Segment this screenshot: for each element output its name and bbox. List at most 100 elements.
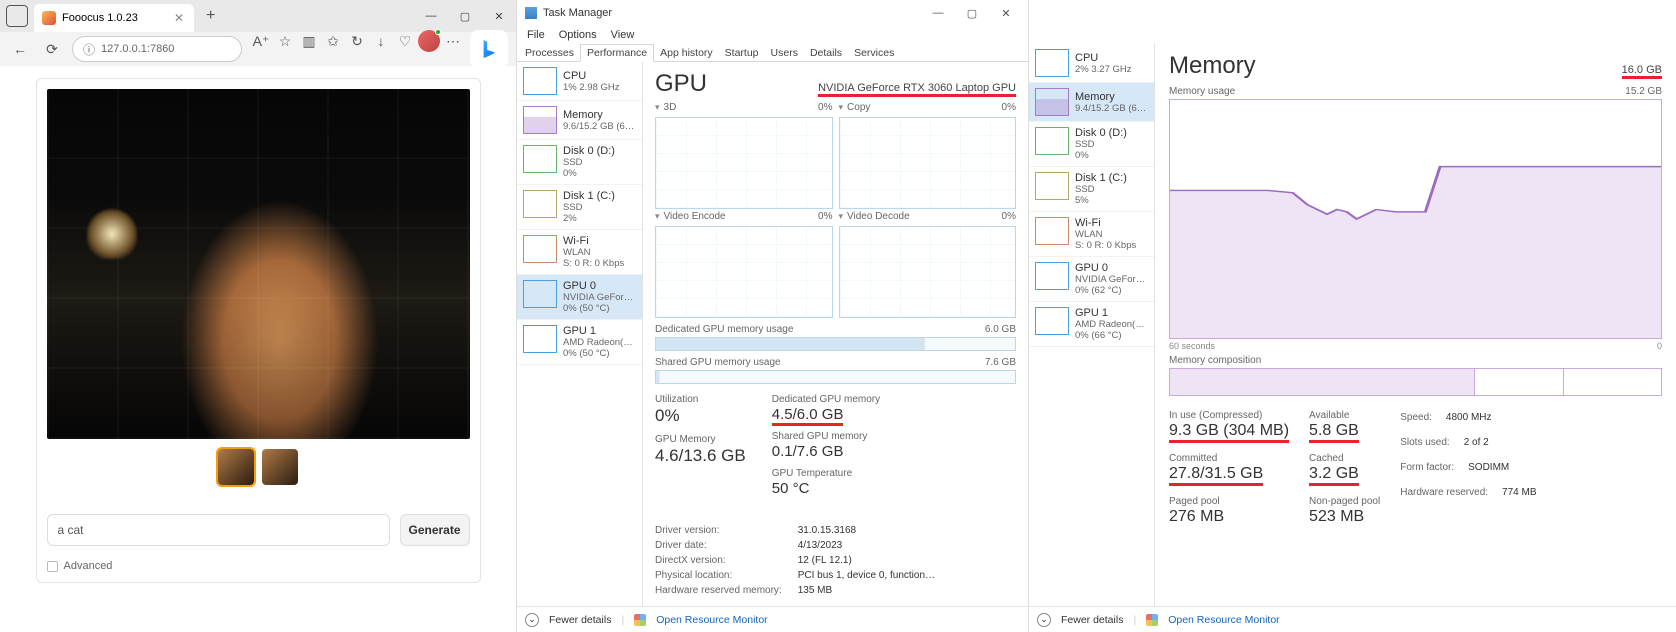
- chevron-down-icon[interactable]: ▾: [655, 211, 660, 222]
- fewer-details-link[interactable]: Fewer details: [549, 614, 611, 626]
- refresh-button[interactable]: ⟳: [40, 37, 64, 61]
- sidebar-item-disk-0-d-[interactable]: Disk 0 (D:)SSD0%: [517, 140, 642, 185]
- minimize-button[interactable]: —: [414, 2, 448, 30]
- menu-options[interactable]: Options: [553, 29, 603, 41]
- tm-maximize[interactable]: ▢: [958, 7, 986, 20]
- inuse-value: 9.3 GB (304 MB): [1169, 422, 1289, 443]
- inuse-label: In use (Compressed): [1169, 410, 1289, 421]
- dedmem-label: Dedicated GPU memory: [772, 394, 880, 405]
- profile-avatar[interactable]: [418, 30, 440, 52]
- browser-tab[interactable]: Fooocus 1.0.23 ✕: [34, 4, 194, 32]
- tm-app-icon: [525, 7, 537, 19]
- sidebar-item-cpu[interactable]: CPU1% 2.98 GHz: [517, 62, 642, 101]
- sidebar-item-cpu[interactable]: CPU2% 3.27 GHz: [1029, 44, 1154, 83]
- prompt-row: Generate: [47, 514, 470, 546]
- history-icon[interactable]: ↻: [346, 30, 368, 52]
- sidebar-item-wi-fi[interactable]: Wi-FiWLANS: 0 R: 0 Kbps: [1029, 212, 1154, 257]
- sidebar-item-gpu-0[interactable]: GPU 0NVIDIA GeForce RTX …0% (62 °C): [1029, 257, 1154, 302]
- new-tab-button[interactable]: +: [200, 7, 221, 25]
- dedicated-mem-max: 6.0 GB: [985, 324, 1016, 335]
- chevron-down-icon[interactable]: ▾: [839, 211, 844, 222]
- tm-footer: ⌄ Fewer details | Open Resource Monitor: [517, 606, 1028, 632]
- sidebar-item-disk-1-c-[interactable]: Disk 1 (C:)SSD5%: [1029, 167, 1154, 212]
- shared-mem-label: Shared GPU memory usage: [655, 357, 781, 368]
- shrmem-value: 0.1/7.6 GB: [772, 443, 880, 460]
- read-aloud-icon[interactable]: A⁺: [250, 30, 272, 52]
- sidebar-item-wi-fi[interactable]: Wi-FiWLANS: 0 R: 0 Kbps: [517, 230, 642, 275]
- close-button[interactable]: ✕: [482, 2, 516, 30]
- image-decoration: [47, 89, 470, 439]
- download-icon[interactable]: ↓: [370, 30, 392, 52]
- collections-icon[interactable]: ♡: [394, 30, 416, 52]
- mem-usage-max: 15.2 GB: [1625, 86, 1662, 97]
- tab-services[interactable]: Services: [848, 45, 900, 61]
- sidebar-item-gpu-1[interactable]: GPU 1AMD Radeon(TM) Gra…0% (50 °C): [517, 320, 642, 365]
- reading-list-icon[interactable]: ▥: [298, 30, 320, 52]
- bing-button[interactable]: [470, 30, 508, 68]
- chevron-down-icon[interactable]: ▾: [655, 102, 660, 113]
- tm-minimize[interactable]: —: [924, 7, 952, 19]
- open-resource-monitor-link[interactable]: Open Resource Monitor: [656, 614, 767, 626]
- prompt-input[interactable]: [47, 514, 390, 546]
- sidebar-item-memory[interactable]: Memory9.4/15.2 GB (62%): [1029, 83, 1154, 122]
- tab-startup[interactable]: Startup: [719, 45, 765, 61]
- graph-copy[interactable]: [839, 117, 1017, 209]
- advanced-checkbox[interactable]: [47, 561, 58, 572]
- tm-close[interactable]: ✕: [992, 7, 1020, 20]
- nonpaged-value: 523 MB: [1309, 508, 1380, 526]
- tab-performance[interactable]: Performance: [580, 44, 654, 62]
- avail-value: 5.8 GB: [1309, 422, 1359, 443]
- graph-3d-value: 0%: [818, 102, 832, 113]
- graph-3d[interactable]: [655, 117, 833, 209]
- menu-view[interactable]: View: [605, 29, 641, 41]
- tm-menubar: File Options View: [517, 26, 1028, 44]
- thumbnail-1[interactable]: [218, 449, 254, 485]
- sidebar-item-gpu-1[interactable]: GPU 1AMD Radeon(TM) Gra…0% (66 °C): [1029, 302, 1154, 347]
- thumbnail-2[interactable]: [262, 449, 298, 485]
- graph-video-decode[interactable]: [839, 226, 1017, 318]
- shared-mem-graph[interactable]: [655, 370, 1016, 384]
- tab-close-icon[interactable]: ✕: [174, 11, 184, 25]
- address-bar[interactable]: ⓘ 127.0.0.1:7860: [72, 36, 242, 62]
- tab-app-history[interactable]: App history: [654, 45, 719, 61]
- gpu-name: NVIDIA GeForce RTX 3060 Laptop GPU: [818, 82, 1016, 97]
- generate-button[interactable]: Generate: [400, 514, 470, 546]
- sidebar-item-memory[interactable]: Memory9.6/15.2 GB (63%): [517, 101, 642, 140]
- chevron-down-icon[interactable]: ▾: [839, 102, 844, 113]
- memory-total: 16.0 GB: [1622, 64, 1662, 79]
- sidebar-item-gpu-0[interactable]: GPU 0NVIDIA GeForce RTX …0% (50 °C): [517, 275, 642, 320]
- menu-file[interactable]: File: [521, 29, 551, 41]
- back-button[interactable]: ←: [8, 37, 32, 61]
- advanced-row[interactable]: Advanced: [47, 560, 470, 572]
- commit-label: Committed: [1169, 453, 1289, 464]
- generated-image[interactable]: [47, 89, 470, 439]
- memory-graph[interactable]: [1169, 99, 1662, 339]
- favorite-icon[interactable]: ☆: [274, 30, 296, 52]
- favorites-bar-icon[interactable]: ✩: [322, 30, 344, 52]
- graph-3d-label: 3D: [664, 102, 677, 113]
- memory-info-block: Speed:4800 MHz Slots used:2 of 2 Form fa…: [1400, 410, 1536, 526]
- tm-footer: ⌄ Fewer details | Open Resource Monitor: [1029, 606, 1676, 632]
- fewer-details-link[interactable]: Fewer details: [1061, 614, 1123, 626]
- site-info-icon[interactable]: ⓘ: [83, 41, 95, 58]
- axis-right: 0: [1657, 341, 1662, 351]
- open-resource-monitor-link[interactable]: Open Resource Monitor: [1168, 614, 1279, 626]
- fewer-details-icon[interactable]: ⌄: [1037, 613, 1051, 627]
- browser-toolbar: ← ⟳ ⓘ 127.0.0.1:7860 A⁺ ☆ ▥ ✩ ↻ ↓ ♡ ⋯: [0, 32, 516, 66]
- graph-video-encode[interactable]: [655, 226, 833, 318]
- dedicated-mem-graph[interactable]: [655, 337, 1016, 351]
- page-content: × Generate Advanced: [0, 66, 516, 632]
- memory-composition-bar[interactable]: [1169, 368, 1662, 396]
- tab-details[interactable]: Details: [804, 45, 848, 61]
- tab-processes[interactable]: Processes: [519, 45, 580, 61]
- sidebar-item-disk-0-d-[interactable]: Disk 0 (D:)SSD0%: [1029, 122, 1154, 167]
- tab-users[interactable]: Users: [765, 45, 804, 61]
- maximize-button[interactable]: ▢: [448, 2, 482, 30]
- tab-actions-button[interactable]: [6, 5, 28, 27]
- tm-titlebar: Task Manager — ▢ ✕: [517, 0, 1028, 26]
- tm-sidebar: CPU1% 2.98 GHzMemory9.6/15.2 GB (63%)Dis…: [517, 62, 643, 606]
- mem-comp-label: Memory composition: [1169, 355, 1261, 366]
- more-icon[interactable]: ⋯: [442, 30, 464, 52]
- fewer-details-icon[interactable]: ⌄: [525, 613, 539, 627]
- sidebar-item-disk-1-c-[interactable]: Disk 1 (C:)SSD2%: [517, 185, 642, 230]
